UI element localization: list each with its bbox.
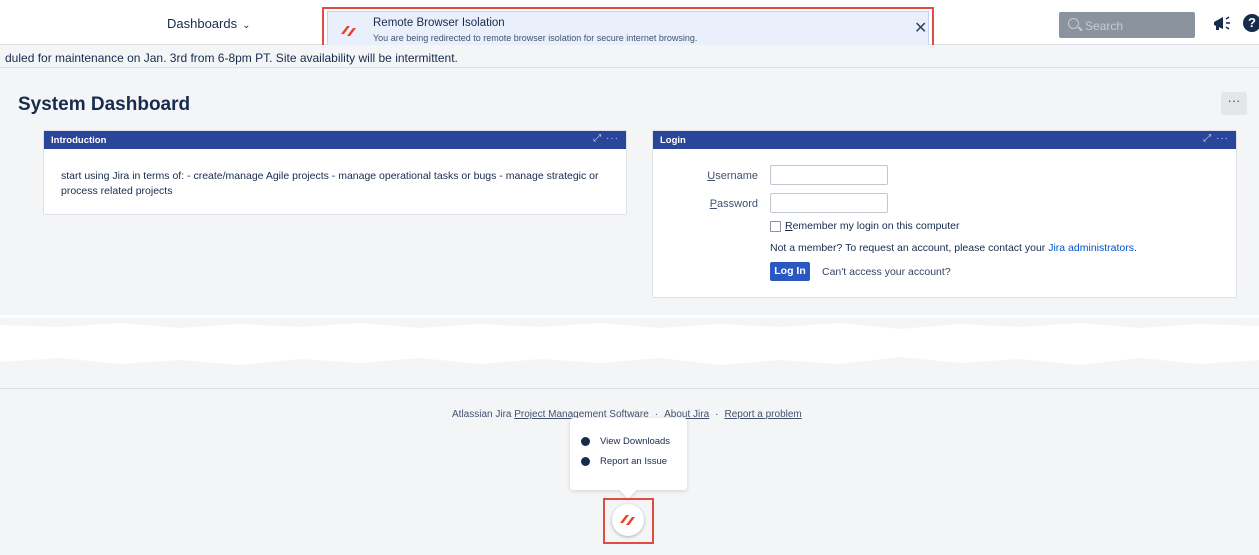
help-icon[interactable]: ?: [1243, 14, 1259, 32]
cant-access-link[interactable]: Can't access your account?: [822, 266, 951, 278]
remember-me-label[interactable]: Remember my login on this computer: [785, 220, 960, 232]
search-icon: [1068, 18, 1079, 29]
gadget-controls[interactable]: ⤢ ···: [1203, 133, 1229, 144]
dashboards-menu[interactable]: Dashboards ⌄: [167, 16, 251, 31]
chevron-down-icon[interactable]: ⌄: [242, 20, 250, 31]
jira-administrators-link[interactable]: Jira administrators: [1048, 242, 1134, 254]
username-label: Username: [707, 170, 758, 182]
gadget-controls[interactable]: ⤢ ···: [593, 133, 619, 144]
megaphone-icon[interactable]: [1212, 14, 1232, 32]
rbi-menu: View Downloads Report an Issue: [570, 418, 687, 490]
dashboard-tools-button[interactable]: ···: [1221, 92, 1247, 115]
gadget-title: Login: [660, 135, 686, 146]
report-issue-item[interactable]: Report an Issue: [581, 456, 667, 472]
torn-edge-divider: [0, 318, 1259, 388]
not-member-text: Not a member? To request an account, ple…: [770, 242, 1137, 254]
highlight-frame-fab: [603, 498, 654, 544]
password-field[interactable]: [770, 193, 888, 213]
introduction-text: start using Jira in terms of: - create/m…: [61, 170, 599, 197]
search-box[interactable]: [1059, 12, 1195, 38]
download-icon: [581, 437, 590, 446]
gadget-title: Introduction: [51, 135, 107, 146]
maintenance-banner: duled for maintenance on Jan. 3rd from 6…: [0, 45, 1259, 68]
login-button[interactable]: Log In: [770, 262, 810, 281]
gadget-header: Login ⤢ ···: [653, 131, 1236, 149]
password-label: Password: [709, 198, 758, 210]
banner-text: duled for maintenance on Jan. 3rd from 6…: [5, 51, 458, 65]
view-downloads-item[interactable]: View Downloads: [581, 436, 670, 452]
search-input[interactable]: [1083, 16, 1187, 36]
dashboards-label[interactable]: Dashboards: [167, 16, 237, 31]
report-problem-link[interactable]: Report a problem: [724, 409, 801, 420]
username-field[interactable]: [770, 165, 888, 185]
gadget-header: Introduction ⤢ ···: [44, 131, 626, 149]
introduction-gadget: Introduction ⤢ ··· start using Jira in t…: [43, 130, 627, 215]
page-title: System Dashboard: [18, 94, 191, 115]
chat-icon: [581, 457, 590, 466]
remember-me-checkbox[interactable]: [770, 221, 781, 232]
